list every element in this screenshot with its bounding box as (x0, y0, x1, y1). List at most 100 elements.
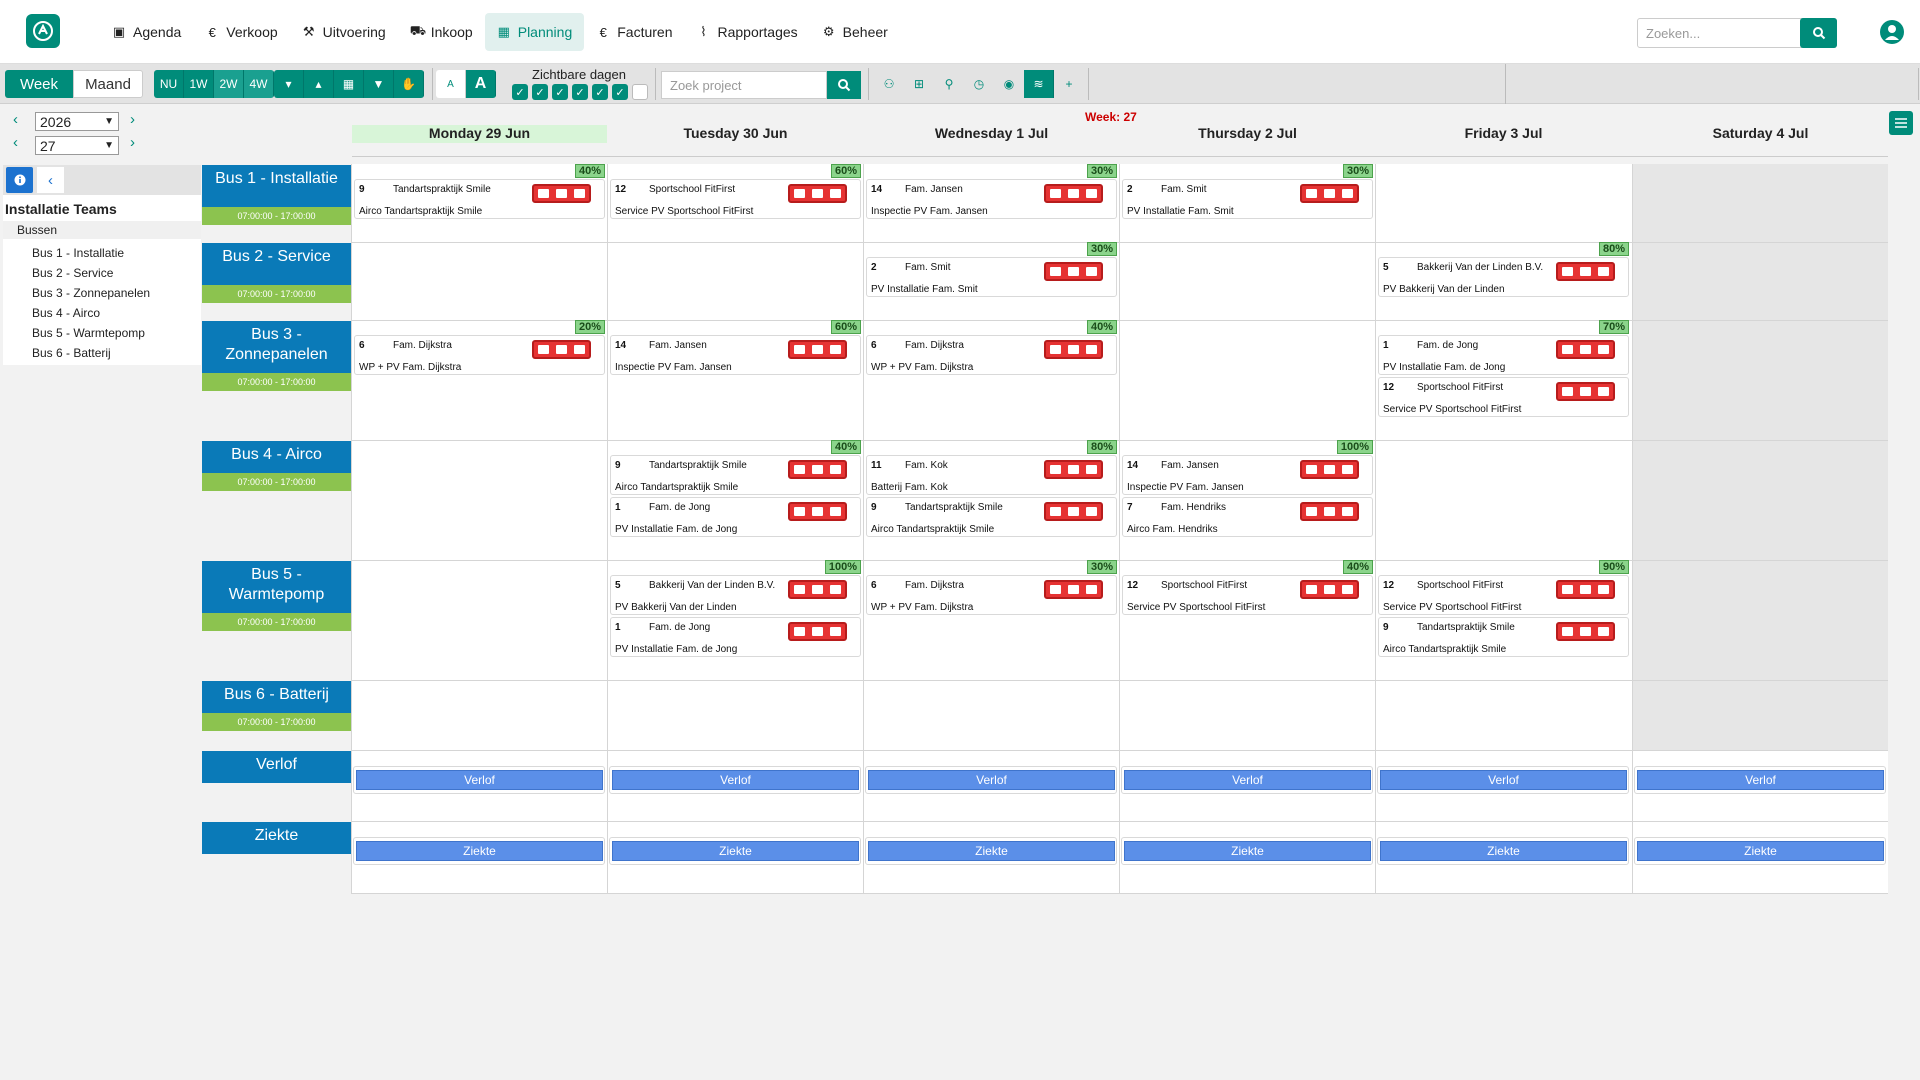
chevron-left-icon[interactable]: ‹ (37, 167, 64, 193)
factory-icon[interactable] (811, 627, 823, 636)
next-week-icon[interactable]: › (130, 134, 135, 151)
font-small-button[interactable]: A (436, 70, 466, 98)
verlof-button[interactable]: Verlof (868, 770, 1115, 790)
flag-icon[interactable] (1086, 189, 1098, 198)
year-select[interactable]: 2026 ▼ (35, 112, 119, 131)
project-search-button[interactable] (827, 71, 861, 99)
factory-icon[interactable] (1067, 465, 1079, 474)
search-button[interactable] (1800, 18, 1837, 48)
factory-icon[interactable] (1323, 465, 1335, 474)
verlof-button[interactable]: Verlof (356, 770, 603, 790)
delete-icon[interactable] (1561, 267, 1573, 276)
visible-day-checkbox[interactable]: ✓ (592, 84, 608, 100)
calendar-icon[interactable]: ▦ (334, 70, 364, 98)
verlof-button[interactable]: Verlof (1380, 770, 1627, 790)
factory-icon[interactable] (1579, 585, 1591, 594)
week-select[interactable]: 27 ▼ (35, 136, 119, 155)
nav-item-beheer[interactable]: ⚙ Beheer (810, 13, 900, 51)
planning-card[interactable]: 2 Fam. Smit PV Installatie Fam. Smit (1122, 179, 1373, 219)
visible-day-checkbox[interactable]: ✓ (612, 84, 628, 100)
clock-icon[interactable]: ◷ (964, 70, 994, 98)
resource-label[interactable]: Bus 4 - Airco 07:00:00 - 17:00:00 (202, 441, 351, 491)
visible-day-checkbox[interactable]: ✓ (512, 84, 528, 100)
factory-icon[interactable] (1067, 189, 1079, 198)
resource-label[interactable]: Bus 3 - Zonnepanelen 07:00:00 - 17:00:00 (202, 321, 351, 391)
delete-icon[interactable] (537, 189, 549, 198)
planning-card[interactable]: 14 Fam. Jansen Inspectie PV Fam. Jansen (1122, 455, 1373, 495)
delete-icon[interactable] (1561, 627, 1573, 636)
delete-icon[interactable] (1305, 189, 1317, 198)
week-view-button[interactable]: Week (5, 70, 73, 98)
range-button-4w[interactable]: 4W (244, 70, 274, 98)
nav-item-agenda[interactable]: ▣ Agenda (100, 13, 193, 51)
planning-card[interactable]: 6 Fam. Dijkstra WP + PV Fam. Dijkstra (354, 335, 605, 375)
flag-icon[interactable] (1086, 585, 1098, 594)
delete-icon[interactable] (1561, 387, 1573, 396)
delete-icon[interactable] (793, 507, 805, 516)
range-button-2w[interactable]: 2W (214, 70, 244, 98)
factory-icon[interactable] (811, 465, 823, 474)
team-group-label[interactable]: Bussen (3, 221, 201, 239)
delete-icon[interactable] (1561, 345, 1573, 354)
factory-icon[interactable] (1323, 189, 1335, 198)
factory-icon[interactable] (811, 585, 823, 594)
planning-card[interactable]: 1 Fam. de Jong PV Installatie Fam. de Jong (610, 497, 861, 537)
delete-icon[interactable] (1305, 507, 1317, 516)
flag-icon[interactable] (1342, 585, 1354, 594)
nav-item-uitvoering[interactable]: ⚒ Uitvoering (290, 13, 398, 51)
next-year-icon[interactable]: › (130, 111, 135, 128)
flag-icon[interactable] (1086, 345, 1098, 354)
ziekte-button[interactable]: Ziekte (1380, 841, 1627, 861)
planning-card[interactable]: 12 Sportschool FitFirst Service PV Sportsc… (1378, 377, 1629, 417)
ziekte-button[interactable]: Ziekte (868, 841, 1115, 861)
prev-week-icon[interactable]: ‹ (13, 134, 18, 151)
delete-icon[interactable] (1561, 585, 1573, 594)
delete-icon[interactable] (1305, 585, 1317, 594)
range-button-nu[interactable]: NU (154, 70, 184, 98)
factory-icon[interactable] (1579, 345, 1591, 354)
delete-icon[interactable] (1049, 465, 1061, 474)
flag-icon[interactable] (830, 189, 842, 198)
resource-label[interactable]: Bus 2 - Service 07:00:00 - 17:00:00 (202, 243, 351, 303)
month-view-button[interactable]: Maand (73, 70, 143, 98)
delete-icon[interactable] (793, 465, 805, 474)
planning-card[interactable]: 5 Bakkerij Van der Linden B.V. PV Bakkerij… (610, 575, 861, 615)
factory-icon[interactable] (811, 189, 823, 198)
flag-icon[interactable] (1598, 267, 1610, 276)
team-list-item[interactable]: Bus 3 - Zonnepanelen (32, 286, 150, 300)
filter-icon[interactable]: ▼ (364, 70, 394, 98)
project-search-input[interactable]: Zoek project (661, 71, 827, 99)
delete-icon[interactable] (793, 627, 805, 636)
factory-icon[interactable] (555, 189, 567, 198)
delete-icon[interactable] (1049, 585, 1061, 594)
flag-icon[interactable] (1086, 465, 1098, 474)
factory-icon[interactable] (1067, 507, 1079, 516)
nav-item-verkoop[interactable]: € Verkoop (193, 13, 289, 51)
ziekte-button[interactable]: Ziekte (612, 841, 859, 861)
planning-card[interactable]: 6 Fam. Dijkstra WP + PV Fam. Dijkstra (866, 335, 1117, 375)
factory-icon[interactable] (555, 345, 567, 354)
resource-label[interactable]: Bus 6 - Batterij 07:00:00 - 17:00:00 (202, 681, 351, 731)
planning-card[interactable]: 6 Fam. Dijkstra WP + PV Fam. Dijkstra (866, 575, 1117, 615)
nav-item-planning[interactable]: ▦ Planning (484, 13, 585, 51)
ziekte-button[interactable]: Ziekte (1637, 841, 1884, 861)
flag-icon[interactable] (830, 465, 842, 474)
flag-icon[interactable] (1598, 345, 1610, 354)
font-large-button[interactable]: A (466, 70, 496, 98)
delete-icon[interactable] (793, 189, 805, 198)
planning-card[interactable]: 12 Sportschool FitFirst Service PV Sportsc… (1122, 575, 1373, 615)
person-icon[interactable]: ⚲ (934, 70, 964, 98)
flag-icon[interactable] (830, 345, 842, 354)
logo-icon[interactable] (26, 14, 60, 48)
hand-icon[interactable]: ✋ (394, 70, 424, 98)
verlof-button[interactable]: Verlof (1637, 770, 1884, 790)
planning-card[interactable]: 9 Tandartspraktijk Smile Airco Tandartspra… (354, 179, 605, 219)
team-list-item[interactable]: Bus 2 - Service (32, 266, 113, 280)
flag-icon[interactable] (1342, 465, 1354, 474)
flag-icon[interactable] (1598, 387, 1610, 396)
range-button-1w[interactable]: 1W (184, 70, 214, 98)
nav-item-inkoop[interactable]: ⛟ Inkoop (398, 13, 485, 51)
planning-card[interactable]: 14 Fam. Jansen Inspectie PV Fam. Jansen (610, 335, 861, 375)
menu-toggle-icon[interactable] (1889, 111, 1913, 135)
flag-icon[interactable] (1342, 189, 1354, 198)
